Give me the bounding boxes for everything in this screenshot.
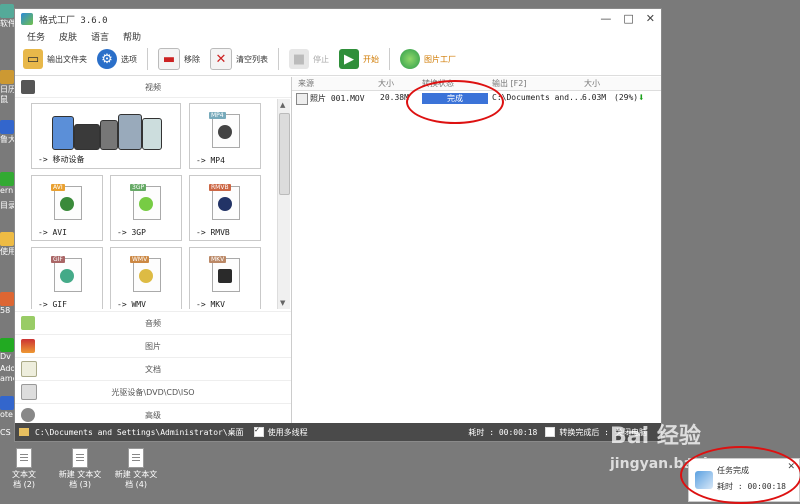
category-video[interactable]: 视频 (15, 77, 291, 98)
toolbar: ▭ 输出文件夹 ⚙ 选项 ▬ 移除 ✕ 清空列表 ■ 停止 ▶ 开始 图片工厂 (15, 43, 661, 76)
tile-mobile-device[interactable]: -> 移动设备 (31, 103, 181, 169)
gif-file-icon: GIF (51, 256, 82, 292)
close-button[interactable]: ✕ (646, 12, 655, 25)
app-icon (21, 13, 33, 25)
tile-avi[interactable]: AVI -> AVI (31, 175, 103, 241)
output-folder-button[interactable]: ▭ 输出文件夹 (23, 49, 87, 69)
category-audio[interactable]: 音频 (15, 311, 291, 334)
desktop-file[interactable]: 文本文档 (2) (0, 448, 48, 490)
output-path[interactable]: C:\Documents and Settings\Administrator\… (35, 427, 244, 438)
category-optical-drive[interactable]: 光驱设备\DVD\CD\ISO (15, 380, 291, 403)
folder-icon (19, 428, 29, 436)
text-file-icon (16, 448, 32, 468)
col-size[interactable]: 大小 (378, 78, 394, 89)
folder-icon: ▭ (23, 49, 43, 69)
category-document[interactable]: 文档 (15, 357, 291, 380)
gear-icon: ⚙ (97, 49, 117, 69)
grid-scrollbar[interactable]: ▲ ▼ (277, 99, 290, 309)
picture-factory-button[interactable]: 图片工厂 (400, 49, 456, 69)
tile-gif[interactable]: GIF -> GIF (31, 247, 103, 309)
maximize-button[interactable]: □ (623, 12, 633, 25)
scroll-thumb[interactable] (279, 113, 290, 195)
desktop-file[interactable]: 新建 文本文档 (4) (112, 448, 160, 490)
task-list: 来源 大小 转换状态 输出 [F2] 大小 照片 001.MOV 20.38M … (292, 77, 661, 423)
toolbar-separator (278, 48, 279, 70)
factory-icon (400, 49, 420, 69)
col-output[interactable]: 输出 [F2] (492, 78, 526, 89)
status-bar: C:\Documents and Settings\Administrator\… (15, 423, 661, 441)
arrow-down-icon: ⬇ (638, 91, 645, 104)
menu-language[interactable]: 语言 (91, 30, 109, 43)
scroll-down-icon[interactable]: ▼ (280, 299, 285, 307)
after-convert-checkbox[interactable] (545, 427, 556, 437)
annotation-circle (406, 80, 504, 124)
title-bar[interactable]: 格式工厂 3.6.0 — □ ✕ (15, 9, 661, 29)
tile-rmvb[interactable]: RMVB -> RMVB (189, 175, 261, 241)
menu-help[interactable]: 帮助 (123, 30, 141, 43)
clear-list-button[interactable]: ✕ 清空列表 (210, 48, 268, 70)
annotation-circle (680, 446, 800, 504)
toolbar-separator (389, 48, 390, 70)
tile-3gp[interactable]: 3GP -> 3GP (110, 175, 182, 241)
desktop-file[interactable]: 新建 文本文档 (3) (56, 448, 104, 490)
tile-wmv[interactable]: WMV -> WMV (110, 247, 182, 309)
menu-skin[interactable]: 皮肤 (59, 30, 77, 43)
text-file-icon (72, 448, 88, 468)
stop-button[interactable]: ■ 停止 (289, 49, 329, 69)
options-button[interactable]: ⚙ 选项 (97, 49, 137, 69)
minimize-button[interactable]: — (600, 12, 611, 25)
avi-file-icon: AVI (51, 184, 82, 220)
category-list: 音频 图片 文档 光驱设备\DVD\CD\ISO 高级 (15, 311, 291, 426)
toolbar-separator (147, 48, 148, 70)
col-output-size[interactable]: 大小 (584, 78, 600, 89)
tile-mkv[interactable]: MKV -> MKV (189, 247, 261, 309)
multithread-checkbox[interactable] (253, 425, 264, 437)
stop-icon: ■ (289, 49, 309, 69)
mkv-file-icon: MKV (209, 256, 240, 292)
remove-button[interactable]: ▬ 移除 (158, 48, 200, 70)
remove-icon: ▬ (158, 48, 180, 70)
mobile-devices-icon (52, 110, 164, 150)
tile-mp4[interactable]: MP4 -> MP4 (189, 103, 261, 169)
text-file-icon (128, 448, 144, 468)
mp4-file-icon: MP4 (209, 112, 240, 148)
start-button[interactable]: ▶ 开始 (339, 49, 379, 69)
wmv-file-icon: WMV (130, 256, 161, 292)
category-pane: 视频 -> 移动设备 MP4 -> MP4 AVI -> AVI 3GP -> … (15, 77, 292, 423)
video-file-icon (296, 93, 308, 105)
elapsed-time: 耗时 : 00:00:18 (468, 427, 538, 437)
col-source[interactable]: 来源 (298, 78, 314, 89)
menu-bar: 任务 皮肤 语言 帮助 (15, 29, 661, 43)
3gp-file-icon: 3GP (130, 184, 161, 220)
category-picture[interactable]: 图片 (15, 334, 291, 357)
desktop-files: 文本文档 (2) 新建 文本文档 (3) 新建 文本文档 (4) (0, 448, 160, 490)
window-title: 格式工厂 3.6.0 (39, 15, 108, 26)
menu-task[interactable]: 任务 (27, 30, 45, 43)
start-icon: ▶ (339, 49, 359, 69)
video-format-grid: -> 移动设备 MP4 -> MP4 AVI -> AVI 3GP -> 3GP… (15, 99, 277, 309)
scroll-up-icon[interactable]: ▲ (280, 101, 285, 109)
rmvb-file-icon: RMVB (209, 184, 240, 220)
format-factory-window: 格式工厂 3.6.0 — □ ✕ 任务 皮肤 语言 帮助 ▭ 输出文件夹 ⚙ 选… (14, 8, 662, 442)
clear-icon: ✕ (210, 48, 232, 70)
